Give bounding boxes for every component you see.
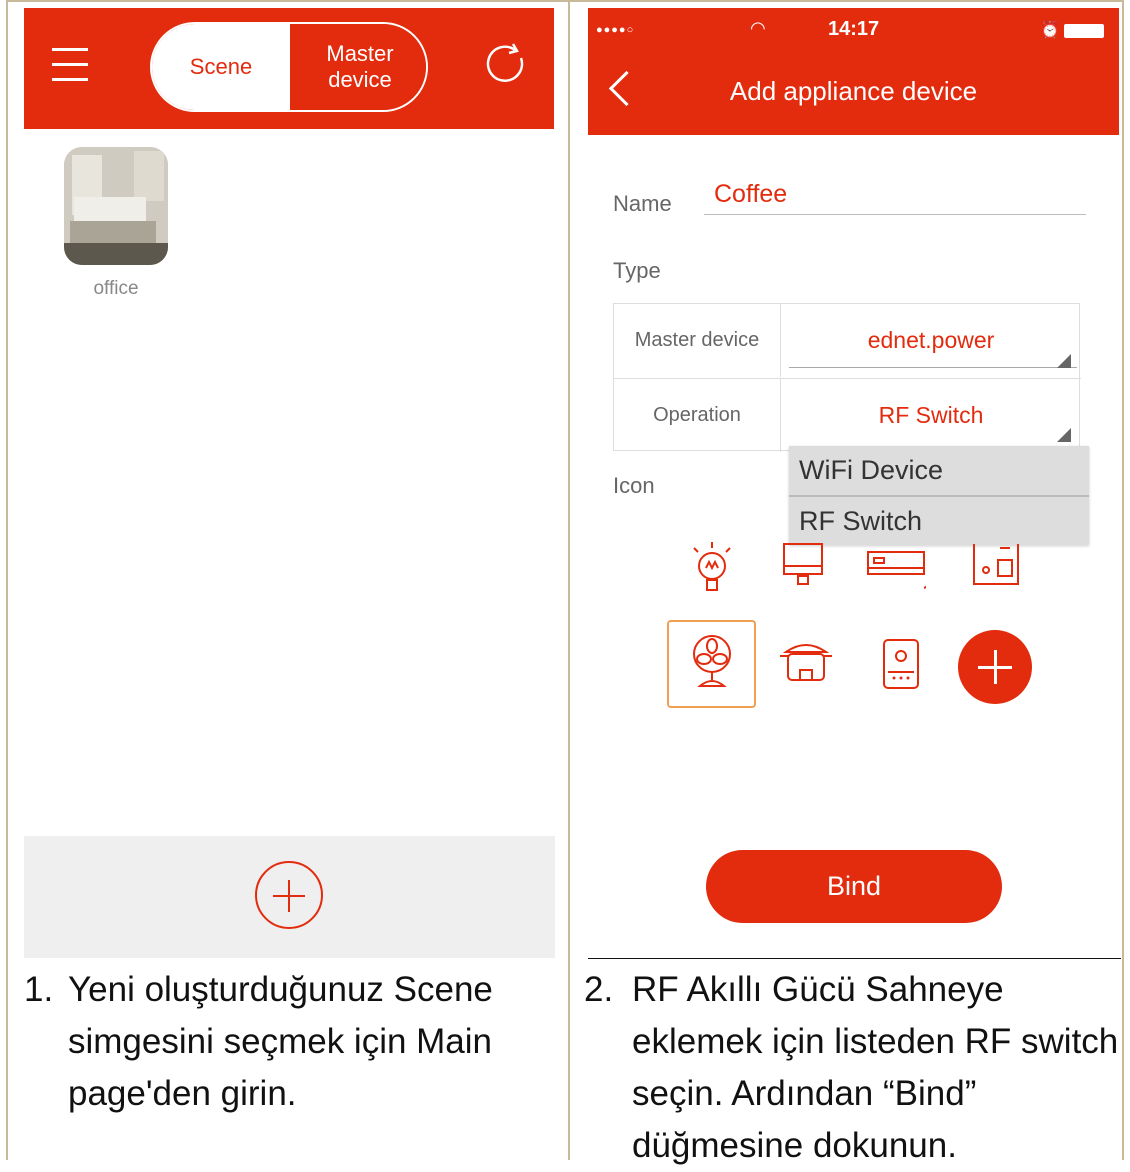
name-input[interactable]: Coffee	[714, 180, 787, 209]
tab-master-device[interactable]: Master device	[290, 24, 426, 110]
column-divider	[568, 0, 570, 1160]
battery-icon	[1064, 24, 1104, 38]
operation-select[interactable]: RF Switch	[781, 379, 1081, 452]
coffee-machine-icon[interactable]	[970, 540, 1030, 600]
icon-label: Icon	[613, 473, 655, 498]
separator-line	[588, 958, 1121, 959]
scene-label: office	[93, 278, 139, 299]
type-label: Type	[613, 258, 661, 283]
dropdown-arrow-icon	[1057, 428, 1071, 442]
right-app-header: ●●●●○ ◠ 14:17 ⏰ Add appliance device	[588, 8, 1119, 135]
bind-button[interactable]: Bind	[706, 850, 1002, 923]
caption-2: RF Akıllı Gücü Sahneye eklemek için list…	[632, 970, 1119, 1165]
status-time: 14:17	[828, 18, 880, 40]
operation-label: Operation	[614, 379, 781, 452]
master-device-underline	[789, 367, 1077, 368]
signal-indicator: ●●●●○	[596, 24, 635, 36]
type-table: Master device ednet.power Operation RF S…	[613, 303, 1081, 452]
air-conditioner-icon[interactable]	[866, 540, 926, 600]
add-scene-button[interactable]	[255, 861, 323, 929]
option-rf-switch[interactable]: RF Switch	[789, 497, 1089, 546]
tab-scene[interactable]: Scene	[152, 24, 290, 110]
caption-1: Yeni oluşturduğunuz Scene simgesini seçm…	[68, 970, 493, 1113]
page-title: Add appliance device	[729, 76, 978, 106]
wifi-icon: ◠	[750, 18, 766, 38]
speaker-icon[interactable]	[872, 636, 932, 696]
name-underline	[704, 214, 1086, 215]
master-device-label: Master device	[614, 304, 781, 377]
name-label: Name	[613, 191, 672, 216]
monitor-icon[interactable]	[776, 540, 836, 600]
caption-number-2: 2.	[584, 970, 614, 1009]
alarm-icon: ⏰	[1040, 22, 1060, 39]
refresh-icon[interactable]	[484, 40, 530, 90]
bottom-bar	[24, 836, 555, 958]
left-app-header: Scene Master device	[24, 8, 554, 129]
dropdown-arrow-icon	[1057, 354, 1071, 368]
bulb-icon[interactable]	[682, 540, 742, 600]
menu-icon[interactable]	[52, 48, 88, 88]
add-icon[interactable]	[958, 630, 1032, 704]
option-wifi-device[interactable]: WiFi Device	[789, 446, 1089, 495]
operation-dropdown: WiFi Device RF Switch	[789, 446, 1089, 545]
rice-cooker-icon[interactable]	[776, 636, 836, 696]
scene-thumbnail[interactable]	[64, 147, 168, 265]
caption-number-1: 1.	[24, 970, 54, 1009]
segment-control: Scene Master device	[150, 22, 428, 112]
fan-icon[interactable]	[682, 632, 742, 692]
bedroom-image	[64, 147, 168, 265]
